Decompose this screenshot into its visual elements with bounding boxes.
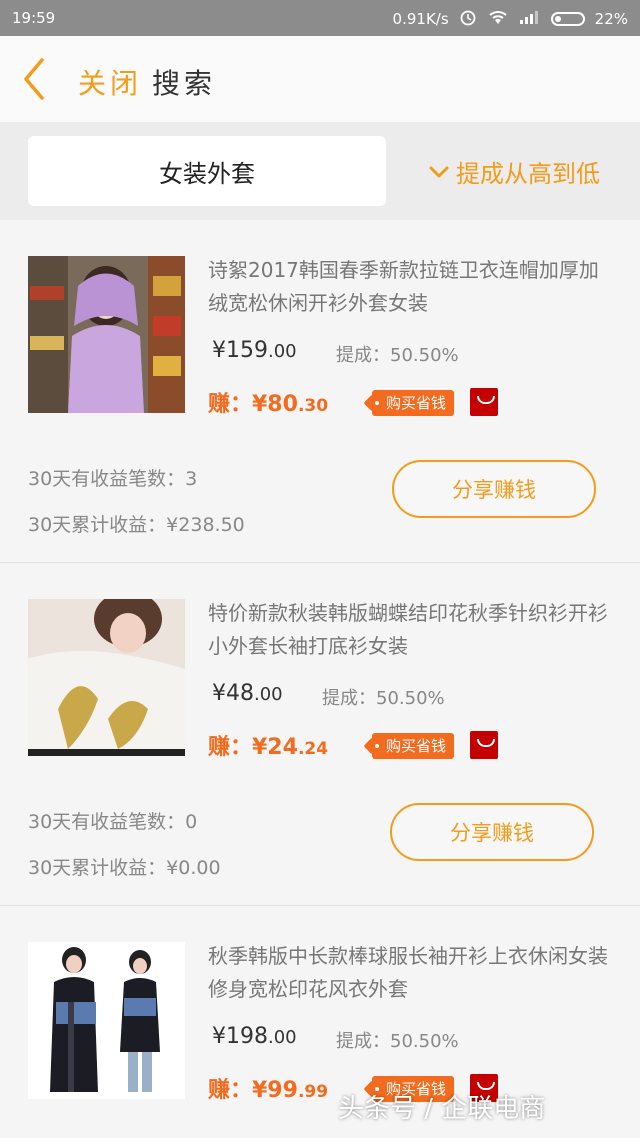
- watermark: 头条号 / 企联电商: [338, 1094, 546, 1124]
- top-bar: 关闭 搜索: [0, 36, 640, 123]
- product-price: ¥198.00: [212, 1024, 297, 1049]
- product-image[interactable]: [28, 256, 185, 413]
- battery-percent: 22%: [594, 10, 628, 28]
- product-card[interactable]: 特价新款秋装韩版蝴蝶结印花秋季针织衫开衫小外套长袖打底衫女装 ¥48.00 提成…: [0, 563, 640, 906]
- product-price: ¥48.00: [212, 681, 283, 706]
- commission-rate: 提成：50.50%: [336, 1031, 459, 1052]
- product-price: ¥159.00: [212, 338, 297, 363]
- network-speed: 0.91K/s: [392, 10, 449, 28]
- close-button[interactable]: 关闭: [78, 62, 142, 102]
- income-30d: 30天累计收益：¥0.00: [28, 857, 221, 879]
- sort-label: 提成从高到低: [456, 160, 600, 188]
- earn-amount: 赚：¥99.99: [208, 1078, 329, 1103]
- signal-icon: [519, 9, 541, 29]
- tmall-icon: [470, 731, 498, 759]
- product-card[interactable]: 诗絮2017韩国春季新款拉链卫衣连帽加厚加绒宽松休闲开衫外套女装 ¥159.00…: [0, 220, 640, 563]
- sort-dropdown[interactable]: 提成从高到低: [428, 154, 600, 189]
- earn-amount: 赚：¥80.30: [208, 392, 329, 417]
- wifi-icon: [487, 9, 509, 29]
- product-title[interactable]: 秋季韩版中长款棒球服长袖开衫上衣休闲女装修身宽松印花风衣外套: [208, 940, 608, 1006]
- product-title[interactable]: 诗絮2017韩国春季新款拉链卫衣连帽加厚加绒宽松休闲开衫外套女装: [208, 254, 608, 320]
- tmall-icon: [470, 388, 498, 416]
- save-money-tag: 购买省钱: [372, 390, 455, 416]
- product-title[interactable]: 特价新款秋装韩版蝴蝶结印花秋季针织衫开衫小外套长袖打底衫女装: [208, 597, 608, 663]
- page-title: 搜索: [152, 67, 217, 100]
- share-earn-button[interactable]: 分享赚钱: [390, 803, 594, 861]
- save-money-tag: 购买省钱: [372, 733, 455, 759]
- back-arrow-icon[interactable]: [18, 56, 48, 102]
- earn-amount: 赚：¥24.24: [208, 735, 329, 760]
- search-bar: 女装外套 提成从高到低: [0, 122, 640, 220]
- product-image[interactable]: [28, 942, 185, 1099]
- commission-rate: 提成：50.50%: [336, 345, 459, 366]
- product-image[interactable]: [28, 599, 185, 756]
- share-earn-button[interactable]: 分享赚钱: [392, 460, 596, 518]
- orders-30d: 30天有收益笔数：0: [28, 811, 198, 833]
- chevron-down-icon: [429, 166, 449, 177]
- orders-30d: 30天有收益笔数：3: [28, 468, 198, 490]
- battery-icon: [550, 12, 585, 26]
- status-time: 19:59: [12, 9, 56, 27]
- search-input[interactable]: 女装外套: [28, 136, 386, 206]
- commission-rate: 提成：50.50%: [322, 688, 445, 709]
- alarm-icon: [459, 8, 477, 30]
- status-bar: 19:59 0.91K/s 22%: [0, 0, 640, 36]
- income-30d: 30天累计收益：¥238.50: [28, 514, 245, 536]
